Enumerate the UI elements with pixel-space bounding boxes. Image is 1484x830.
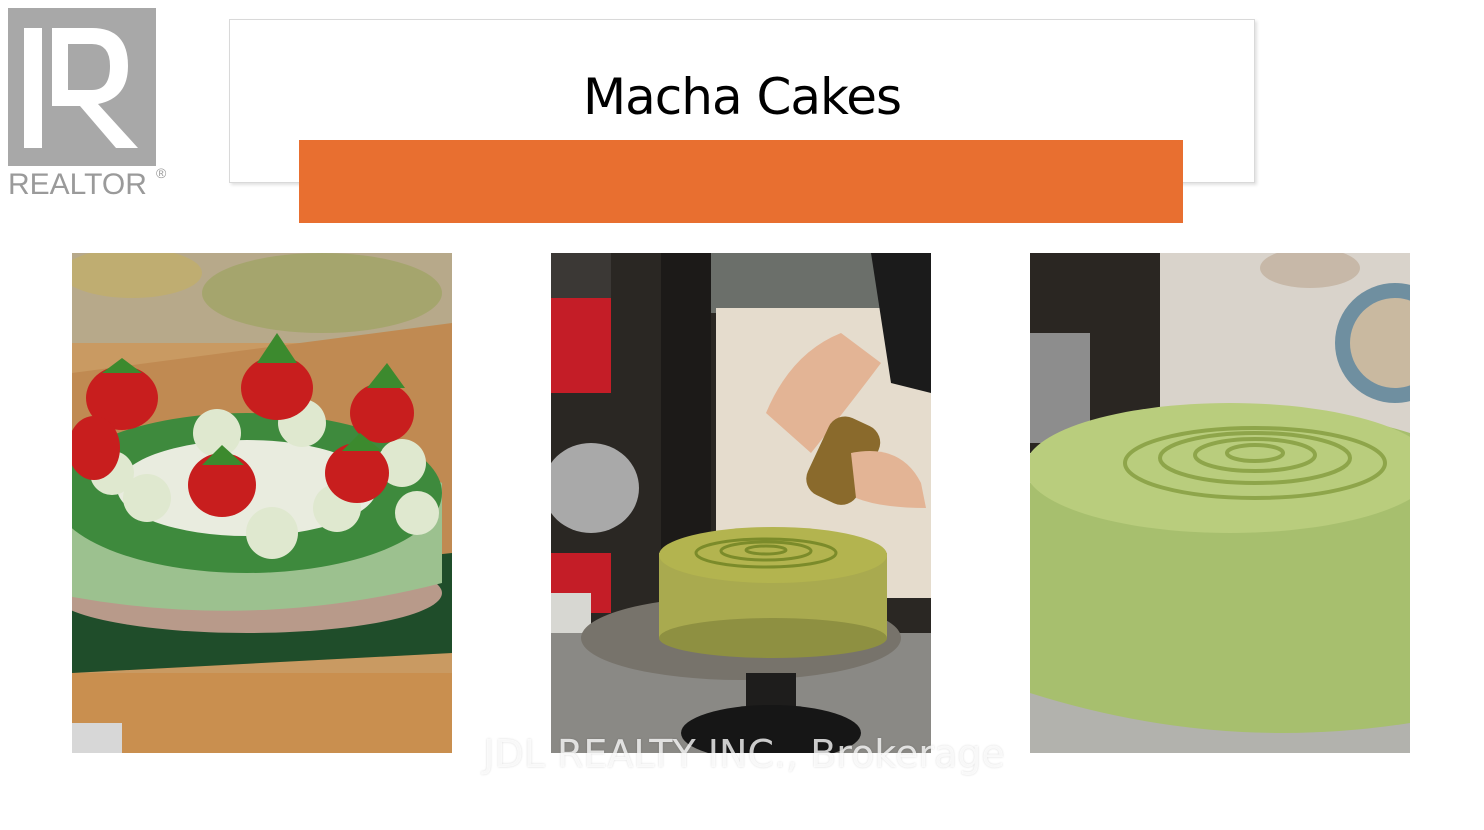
page-title: Macha Cakes <box>582 68 902 126</box>
brokerage-watermark: JDL REALTY INC., Brokerage <box>483 732 1005 776</box>
photo-matcha-cake-closeup <box>1030 253 1410 753</box>
accent-bar <box>299 140 1183 223</box>
photo-strawberry-matcha-cake <box>72 253 452 753</box>
photo-dusting-matcha-cake <box>551 253 931 753</box>
realtor-logo: REALTOR ® <box>6 6 170 202</box>
realtor-logo-text: REALTOR <box>8 168 147 201</box>
registered-mark: ® <box>156 165 167 181</box>
